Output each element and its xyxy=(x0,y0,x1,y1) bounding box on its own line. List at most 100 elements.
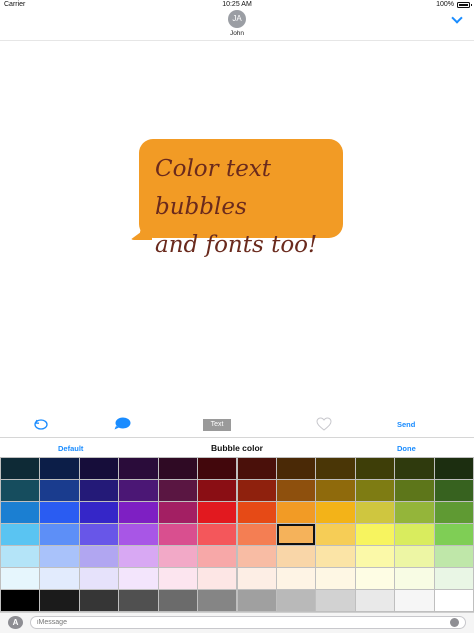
color-swatch[interactable] xyxy=(316,480,355,501)
color-swatch[interactable] xyxy=(158,568,198,589)
color-swatch[interactable] xyxy=(395,458,434,479)
color-swatch[interactable] xyxy=(237,458,276,479)
color-swatch[interactable] xyxy=(40,590,79,611)
color-swatch[interactable] xyxy=(276,502,316,523)
color-swatch[interactable] xyxy=(158,480,198,501)
color-swatch[interactable] xyxy=(395,524,434,545)
color-swatch[interactable] xyxy=(40,524,79,545)
color-swatch[interactable] xyxy=(79,502,119,523)
color-swatch[interactable] xyxy=(395,546,434,567)
send-button[interactable]: Send xyxy=(397,420,415,429)
color-swatch[interactable] xyxy=(40,502,79,523)
color-swatch[interactable] xyxy=(1,458,40,479)
imessage-field[interactable] xyxy=(30,616,466,629)
color-swatch[interactable] xyxy=(316,458,355,479)
chevron-down-icon[interactable] xyxy=(451,12,463,24)
color-swatch[interactable] xyxy=(316,502,355,523)
color-swatch[interactable] xyxy=(40,568,79,589)
bubble-text-line: Color text bubbles xyxy=(155,156,272,220)
color-swatch[interactable] xyxy=(158,502,198,523)
color-swatch[interactable] xyxy=(237,546,276,567)
color-swatch[interactable] xyxy=(355,480,395,501)
color-swatch[interactable] xyxy=(1,568,40,589)
text-tab[interactable]: Text xyxy=(203,419,231,431)
color-swatch[interactable] xyxy=(1,546,40,567)
color-swatch[interactable] xyxy=(434,568,473,589)
color-swatch[interactable] xyxy=(355,546,395,567)
color-swatch[interactable] xyxy=(158,546,198,567)
color-palette xyxy=(0,457,474,612)
color-swatch[interactable] xyxy=(40,458,79,479)
color-swatch[interactable] xyxy=(158,524,198,545)
color-swatch[interactable] xyxy=(237,480,276,501)
color-swatch[interactable] xyxy=(316,524,355,545)
color-swatch[interactable] xyxy=(276,480,316,501)
color-swatch[interactable] xyxy=(276,568,316,589)
avatar[interactable]: JA xyxy=(228,10,246,28)
color-swatch[interactable] xyxy=(395,568,434,589)
color-swatch[interactable] xyxy=(395,590,434,611)
message-input[interactable] xyxy=(37,617,437,628)
color-swatch[interactable] xyxy=(40,546,79,567)
color-swatch[interactable] xyxy=(198,568,237,589)
color-swatch[interactable] xyxy=(119,590,158,611)
color-swatch[interactable] xyxy=(79,590,119,611)
color-swatch[interactable] xyxy=(158,458,198,479)
color-swatch[interactable] xyxy=(198,502,237,523)
color-swatch[interactable] xyxy=(355,502,395,523)
color-swatch[interactable] xyxy=(1,524,40,545)
color-swatch[interactable] xyxy=(1,590,40,611)
battery-status: 100% xyxy=(436,1,472,8)
color-swatch[interactable] xyxy=(355,590,395,611)
color-swatch[interactable] xyxy=(276,524,316,545)
color-swatch[interactable] xyxy=(355,568,395,589)
done-button[interactable]: Done xyxy=(397,444,416,453)
color-swatch[interactable] xyxy=(276,458,316,479)
color-swatch[interactable] xyxy=(1,480,40,501)
undo-icon[interactable] xyxy=(34,417,48,430)
color-swatch[interactable] xyxy=(158,590,198,611)
color-swatch[interactable] xyxy=(237,524,276,545)
contact-name[interactable]: John xyxy=(0,30,474,37)
color-swatch[interactable] xyxy=(237,568,276,589)
color-swatch[interactable] xyxy=(198,480,237,501)
color-swatch[interactable] xyxy=(355,524,395,545)
color-swatch[interactable] xyxy=(237,590,276,611)
speech-bubble-icon[interactable] xyxy=(114,417,131,430)
color-swatch[interactable] xyxy=(434,480,473,501)
color-swatch[interactable] xyxy=(79,524,119,545)
app-store-icon[interactable]: A xyxy=(8,616,23,629)
color-swatch[interactable] xyxy=(79,568,119,589)
color-swatch[interactable] xyxy=(119,458,158,479)
microphone-icon[interactable] xyxy=(450,618,459,627)
color-swatch[interactable] xyxy=(198,546,237,567)
color-swatch[interactable] xyxy=(355,458,395,479)
color-swatch[interactable] xyxy=(316,568,355,589)
color-swatch[interactable] xyxy=(434,524,473,545)
color-swatch[interactable] xyxy=(79,546,119,567)
color-swatch[interactable] xyxy=(395,502,434,523)
color-swatch[interactable] xyxy=(198,590,237,611)
color-swatch[interactable] xyxy=(434,590,473,611)
color-swatch[interactable] xyxy=(119,480,158,501)
color-swatch[interactable] xyxy=(276,546,316,567)
color-swatch[interactable] xyxy=(119,546,158,567)
color-swatch[interactable] xyxy=(198,524,237,545)
color-swatch[interactable] xyxy=(434,546,473,567)
color-swatch[interactable] xyxy=(316,546,355,567)
color-swatch[interactable] xyxy=(316,590,355,611)
color-swatch[interactable] xyxy=(198,458,237,479)
color-swatch[interactable] xyxy=(79,458,119,479)
color-swatch[interactable] xyxy=(119,502,158,523)
color-swatch[interactable] xyxy=(40,480,79,501)
color-swatch[interactable] xyxy=(434,502,473,523)
color-swatch[interactable] xyxy=(237,502,276,523)
color-swatch[interactable] xyxy=(395,480,434,501)
color-swatch[interactable] xyxy=(434,458,473,479)
color-swatch[interactable] xyxy=(119,524,158,545)
heart-icon[interactable] xyxy=(316,417,332,431)
color-swatch[interactable] xyxy=(276,590,316,611)
color-swatch[interactable] xyxy=(1,502,40,523)
color-swatch[interactable] xyxy=(79,480,119,501)
color-swatch[interactable] xyxy=(119,568,158,589)
